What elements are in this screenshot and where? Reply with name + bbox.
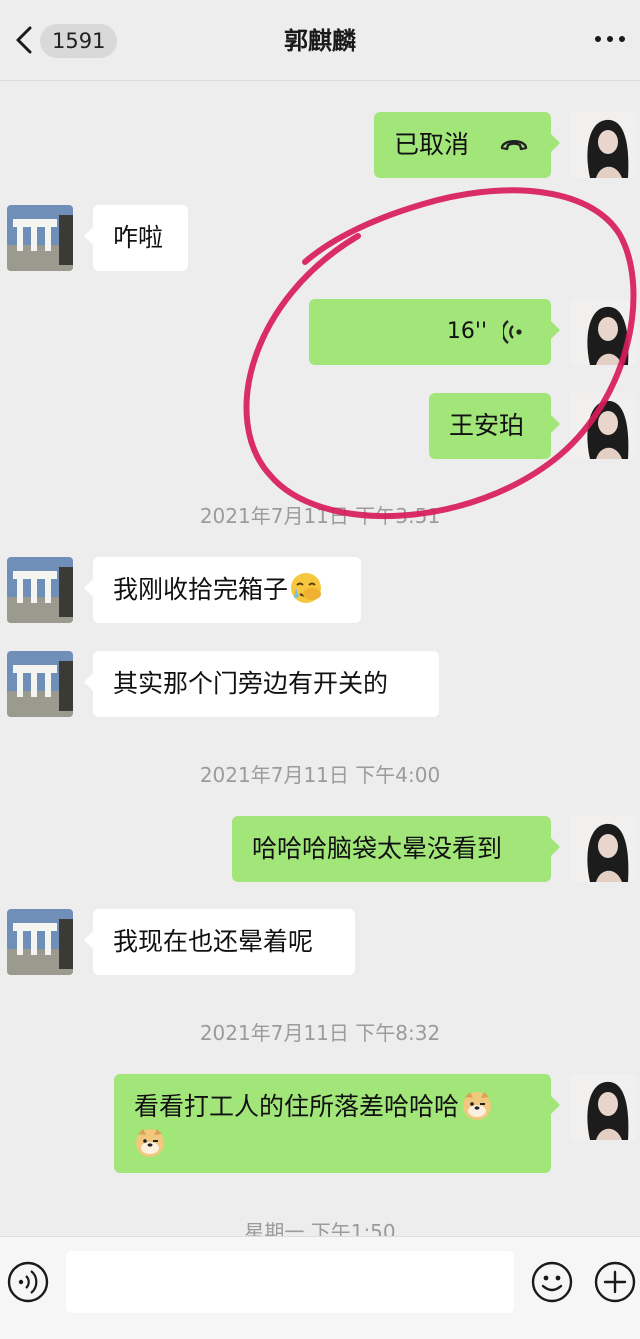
message-text: 其实那个门旁边有开关的 xyxy=(113,669,389,698)
my-avatar[interactable] xyxy=(570,1074,636,1140)
contact-avatar[interactable] xyxy=(7,205,73,271)
voice-duration: 16'' xyxy=(446,319,487,344)
doge-emoji xyxy=(136,1129,164,1157)
message-text: 看看打工人的住所落差哈哈哈 xyxy=(134,1092,460,1121)
more-icon[interactable] xyxy=(594,34,626,44)
my-avatar[interactable] xyxy=(570,112,636,178)
timestamp: 2021年7月11日 下午8:32 xyxy=(199,1021,441,1045)
my-avatar[interactable] xyxy=(570,816,636,882)
voice-message-bubble[interactable]: 16'' xyxy=(309,299,560,365)
chat-header: 1591 郭麒麟 xyxy=(0,0,640,81)
message-bubble-outgoing[interactable]: 哈哈哈脑袋太晕没看到 xyxy=(232,816,560,882)
message-text: 我刚收拾完箱子 xyxy=(113,575,289,604)
contact-avatar[interactable] xyxy=(7,909,73,975)
message-input[interactable] xyxy=(66,1251,514,1313)
message-bubble-outgoing[interactable]: 已取消 xyxy=(374,112,560,178)
facepalm-emoji xyxy=(291,573,322,603)
doge-emoji xyxy=(463,1092,492,1120)
message-bubble-incoming[interactable]: 其实那个门旁边有开关的 xyxy=(84,651,439,717)
message-text: 哈哈哈脑袋太晕没看到 xyxy=(252,834,503,863)
message-bubble-incoming[interactable]: 咋啦 xyxy=(84,205,188,271)
message-text: 咋啦 xyxy=(113,223,164,252)
contact-avatar[interactable] xyxy=(7,651,73,717)
message-text: 已取消 xyxy=(394,130,470,159)
input-bar xyxy=(0,1236,640,1339)
message-text: 我现在也还晕着呢 xyxy=(113,927,314,956)
chat-title: 郭麒麟 xyxy=(284,27,356,55)
plus-icon[interactable] xyxy=(593,1260,637,1304)
contact-avatar[interactable] xyxy=(7,557,73,623)
hangup-icon xyxy=(500,140,528,151)
timestamp: 2021年7月11日 下午3:51 xyxy=(199,504,441,528)
message-bubble-incoming[interactable]: 我现在也还晕着呢 xyxy=(84,909,355,975)
message-bubble-incoming[interactable]: 我刚收拾完箱子 xyxy=(84,557,361,623)
my-avatar[interactable] xyxy=(570,393,636,459)
message-bubble-outgoing[interactable]: 看看打工人的住所落差哈哈哈 xyxy=(114,1074,560,1173)
message-bubble-outgoing[interactable]: 王安珀 xyxy=(429,393,560,459)
voice-icon xyxy=(503,320,522,344)
voice-input-icon[interactable] xyxy=(6,1260,50,1304)
message-text: 王安珀 xyxy=(449,411,525,440)
timestamp: 2021年7月11日 下午4:00 xyxy=(199,763,441,787)
emoji-icon[interactable] xyxy=(530,1260,574,1304)
my-avatar[interactable] xyxy=(570,299,636,365)
